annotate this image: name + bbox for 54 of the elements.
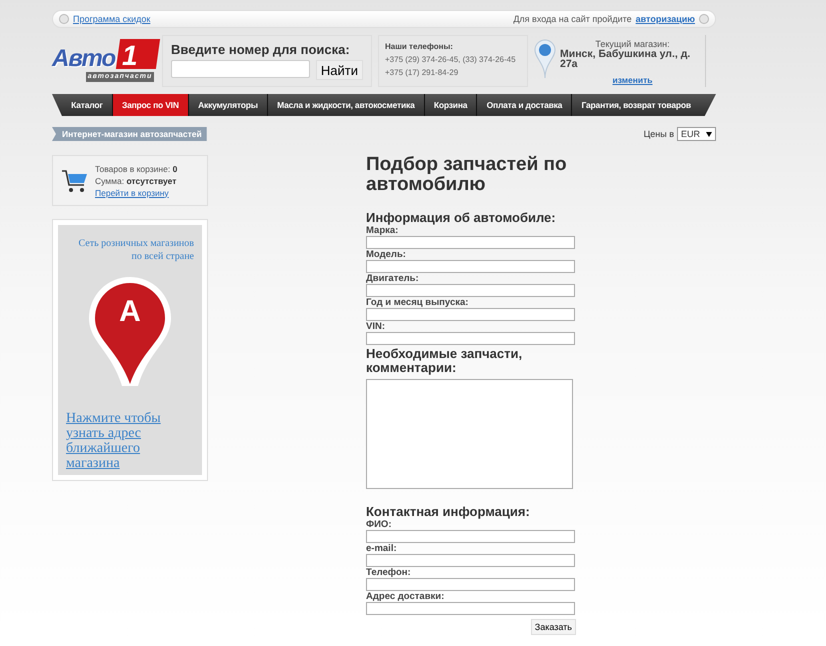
phone-numbers: +375 (29) 374-26-45, (33) 374-26-45 (385, 55, 517, 64)
field-label: Двигатель: (366, 273, 420, 284)
cart-sum: Сумма: отсутствует (95, 176, 178, 186)
field-label: Марка: (366, 225, 400, 236)
phone-numbers: +375 (17) 291-84-29 (385, 68, 460, 77)
field-label: ФИО: (366, 519, 392, 530)
store-address: Минск, Бабушкина ул., д. 27а (560, 49, 692, 69)
nav-tab[interactable]: Оплата и доставка (477, 94, 572, 116)
search-button[interactable]: Найти (316, 60, 363, 80)
input-field[interactable] (366, 332, 575, 345)
input-field[interactable] (366, 260, 575, 273)
input-field[interactable] (366, 602, 575, 615)
input-field[interactable] (366, 308, 575, 321)
field-label: e-mail: (366, 543, 398, 554)
go-to-cart-link[interactable]: Перейти в корзину (95, 188, 178, 198)
nav-tab[interactable]: Запрос по VIN (112, 94, 189, 116)
caret-icon (706, 132, 712, 137)
section-heading: Информация об автомобиле: (366, 211, 557, 225)
bullet-icon (699, 14, 709, 24)
promo-tagline: Сеть розничных магазинов по всей стране (77, 237, 194, 263)
nav-tab[interactable]: Корзина (424, 94, 478, 116)
search-field[interactable] (171, 60, 310, 78)
input-field[interactable] (366, 530, 575, 543)
store-title: Текущий магазин: (594, 39, 671, 49)
nav-tab[interactable]: Гарантия, возврат товаров (572, 94, 700, 116)
order-button[interactable]: Заказать (530, 619, 576, 635)
location-pin-icon (534, 39, 556, 79)
nav-tab[interactable]: Аккумуляторы (188, 94, 268, 116)
comments-field[interactable] (366, 379, 573, 489)
section-heading: Контактная информация: (366, 505, 531, 519)
field-label: Телефон: (366, 567, 412, 578)
currency-label: Цены в (644, 129, 674, 139)
phones-title: Наши телефоны: (385, 42, 454, 51)
input-field[interactable] (366, 554, 575, 567)
pin-letter: A (118, 295, 142, 329)
field-label: Адрес доставки: (366, 591, 446, 602)
cart-count: Товаров в корзине: 0 (95, 164, 178, 174)
search-label: Введите номер для поиска: (171, 42, 351, 57)
login-link[interactable]: авторизацию (636, 14, 695, 24)
promo-banner[interactable]: Сеть розничных магазинов по всей стране A Нажмите чтобы узнать адрес ближайшего магазина (52, 219, 208, 481)
form-title: Подбор запчастей по автомобилю (366, 155, 568, 195)
currency-dropdown[interactable]: EUR (676, 127, 716, 141)
section-heading: Необходимые запчасти, комментарии: (366, 347, 524, 375)
input-field[interactable] (366, 284, 575, 297)
login-prompt: Для входа на сайт пройдите (513, 14, 632, 24)
field-label: Год и месяц выпуска: (366, 297, 470, 308)
discount-link[interactable]: Программа скидок (73, 14, 150, 24)
field-label: Модель: (366, 249, 407, 260)
change-store-link[interactable]: изменить (612, 75, 652, 85)
input-field[interactable] (366, 236, 575, 249)
nav-tab[interactable]: Масла и жидкости, автокосметика (268, 94, 425, 116)
input-field[interactable] (366, 578, 575, 591)
bullet-icon (59, 14, 69, 24)
field-label: VIN: (366, 321, 386, 332)
